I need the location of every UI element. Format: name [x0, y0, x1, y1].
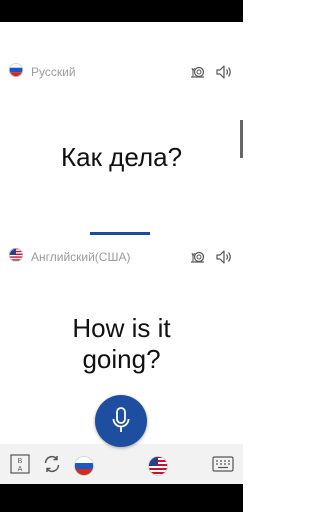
scroll-indicator	[240, 120, 243, 158]
translated-text-line: going?	[82, 344, 161, 374]
source-language-row: Русский	[0, 63, 243, 83]
translated-text-line: How is it	[72, 313, 171, 343]
keyboard-icon[interactable]	[212, 456, 234, 472]
speaker-icon[interactable]	[215, 64, 233, 80]
status-bar	[0, 0, 243, 22]
russia-flag-icon[interactable]	[74, 456, 94, 476]
translated-text[interactable]: How is it going?	[0, 313, 243, 375]
refresh-icon[interactable]	[42, 454, 62, 474]
bottom-toolbar: B A	[0, 444, 243, 484]
speaker-icon[interactable]	[215, 249, 233, 265]
microphone-icon	[111, 407, 131, 435]
svg-text:B: B	[18, 458, 23, 465]
source-language-label[interactable]: Русский	[31, 65, 76, 79]
microphone-button[interactable]	[95, 395, 147, 447]
svg-text:A: A	[18, 466, 23, 473]
russia-flag-icon	[9, 63, 23, 77]
target-language-label[interactable]: Английский(США)	[31, 250, 130, 264]
slow-speech-icon[interactable]	[190, 250, 206, 264]
source-text[interactable]: Как дела?	[0, 142, 243, 173]
usa-flag-icon	[9, 248, 23, 262]
swap-text-direction-icon[interactable]: B A	[10, 454, 30, 474]
section-divider	[90, 232, 150, 235]
slow-speech-icon[interactable]	[190, 65, 206, 79]
target-language-row: Английский(США)	[0, 248, 243, 268]
navigation-bar	[0, 484, 243, 512]
usa-flag-icon[interactable]	[148, 456, 168, 476]
